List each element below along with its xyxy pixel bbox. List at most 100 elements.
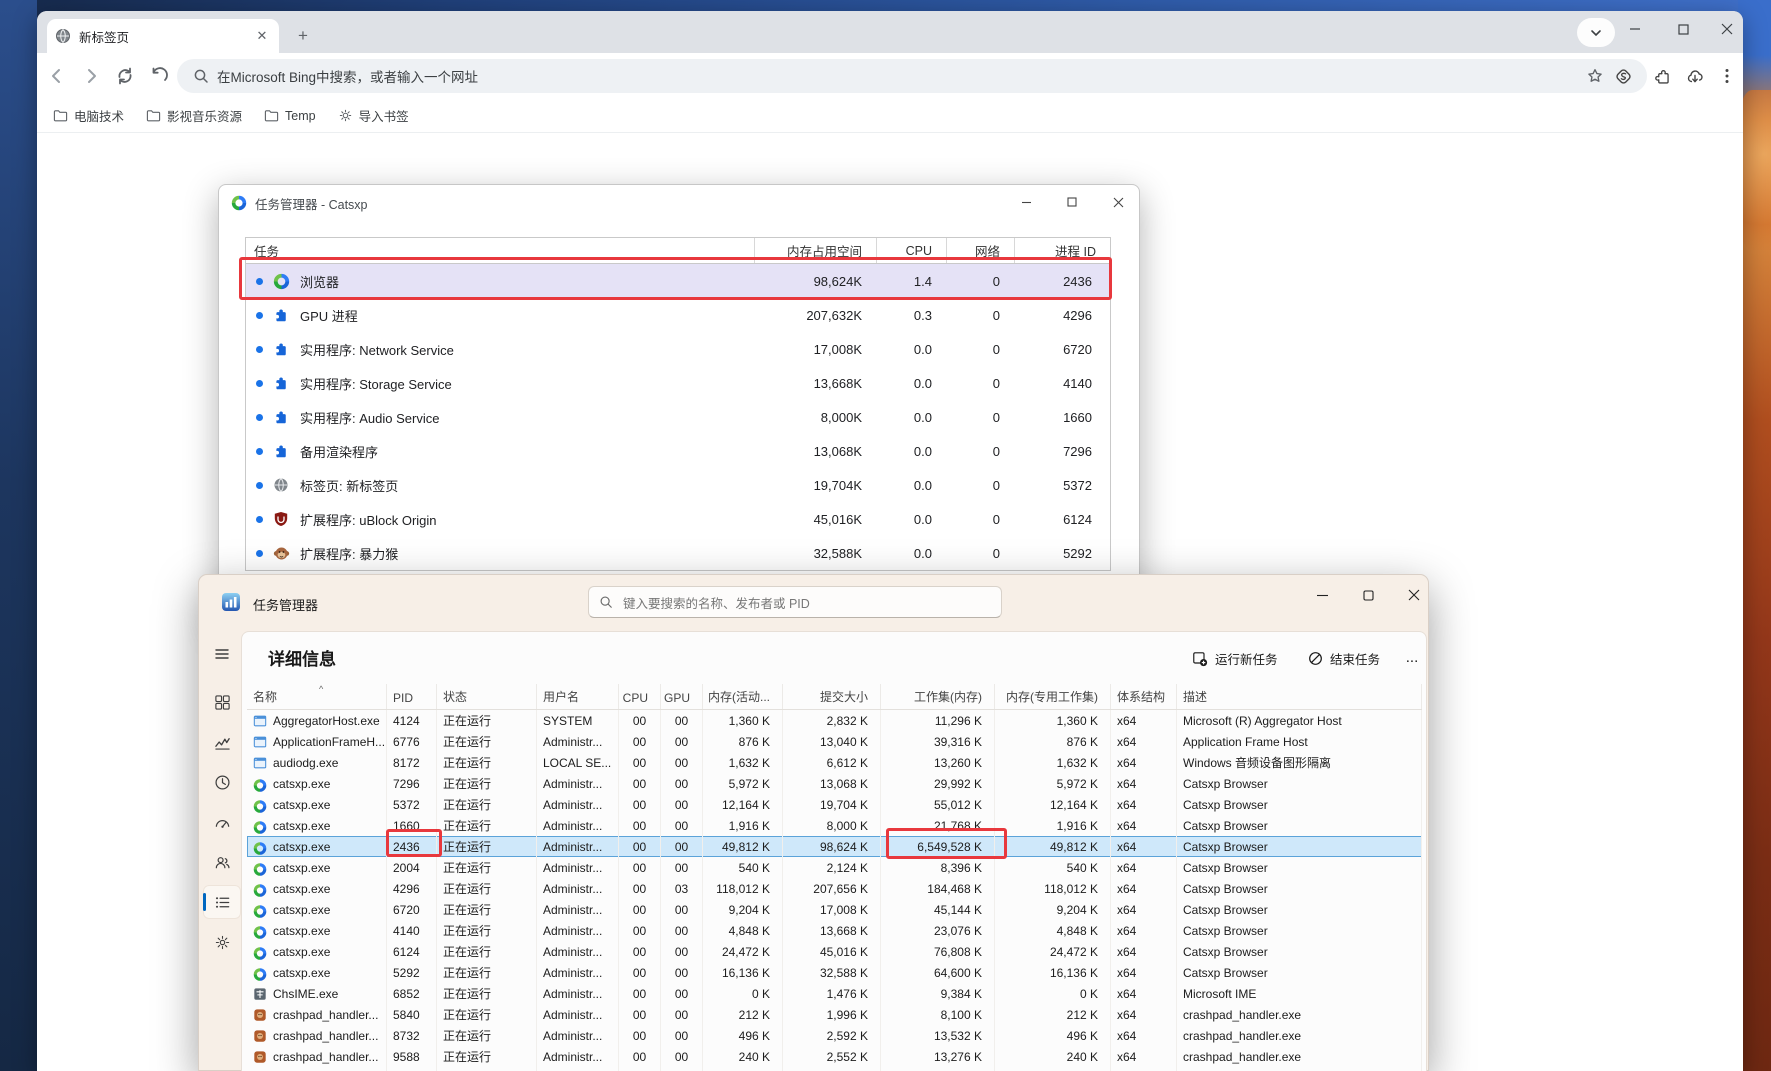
catsxp-tm-close-button[interactable]	[1099, 185, 1137, 219]
wtm-maximize-button[interactable]	[1345, 575, 1391, 615]
catsxp-task-row[interactable]: 标签页: 新标签页19,704K0.005372	[246, 468, 1110, 502]
task-cpu: 0.0	[876, 444, 946, 459]
wtm-column-3[interactable]: 用户名	[537, 684, 619, 709]
wtm-process-row[interactable]: AggregatorHost.exe4124正在运行SYSTEM00001,36…	[247, 710, 1422, 731]
nav-item-services[interactable]	[203, 925, 241, 959]
tab-close-icon[interactable]: ✕	[253, 27, 271, 45]
catsxp-task-row[interactable]: 实用程序: Audio Service8,000K0.001660	[246, 400, 1110, 434]
wtm-process-row[interactable]: catsxp.exe5292正在运行Administr...000016,136…	[247, 962, 1422, 983]
download-icon[interactable]	[1681, 62, 1709, 90]
wtm-column-9[interactable]: 内存(专用工作集)	[995, 684, 1111, 709]
wtm-process-row[interactable]: crashpad_handler...8732正在运行Administr...0…	[247, 1025, 1422, 1046]
wtm-column-4[interactable]: CPU	[619, 684, 661, 709]
wtm-process-row[interactable]: catsxp.exe6124正在运行Administr...000024,472…	[247, 941, 1422, 962]
column-task[interactable]: 任务	[246, 238, 754, 263]
wtm-process-row[interactable]: catsxp.exe4140正在运行Administr...00004,848 …	[247, 920, 1422, 941]
extensions-icon[interactable]	[1649, 62, 1677, 90]
tab-search-button[interactable]	[1577, 18, 1615, 47]
browser-close-button[interactable]	[1705, 11, 1749, 47]
wtm-column-6[interactable]: 内存(活动...	[703, 684, 783, 709]
new-tab-button[interactable]: +	[291, 24, 315, 48]
column-network[interactable]: 网络	[946, 238, 1014, 263]
undo-arrow-icon[interactable]	[145, 62, 173, 90]
wtm-column-7[interactable]: 提交大小	[783, 684, 881, 709]
wtm-process-row[interactable]: catsxp.exe4296正在运行Administr...0003118,01…	[247, 878, 1422, 899]
wtm-titlebar[interactable]: 任务管理器 键入要搜索的名称、发布者或 PID	[199, 575, 1428, 629]
more-options-button[interactable]: ...	[1397, 644, 1427, 671]
cell-ws: 9,384 K	[881, 983, 995, 1004]
back-button[interactable]	[43, 62, 71, 90]
bookmark-item-3[interactable]: Temp	[256, 104, 324, 127]
tab-new-tab-page[interactable]: 新标签页 ✕	[47, 19, 279, 53]
cell-desc: Catsxp Browser	[1177, 794, 1422, 815]
wtm-process-row[interactable]: catsxp.exe7296正在运行Administr...00005,972 …	[247, 773, 1422, 794]
catsxp-task-row[interactable]: 备用渲染程序13,068K0.007296	[246, 434, 1110, 468]
browser-maximize-button[interactable]	[1661, 11, 1705, 47]
catsxp-tm-minimize-button[interactable]	[1007, 185, 1045, 219]
nav-item-processes[interactable]	[203, 685, 241, 719]
wtm-process-row[interactable]: ChsIME.exe6852正在运行Administr...00000 K1,4…	[247, 983, 1422, 1004]
wtm-process-row[interactable]: audiodg.exe8172正在运行LOCAL SE...00001,632 …	[247, 752, 1422, 773]
column-pid[interactable]: 进程 ID	[1014, 238, 1110, 263]
nav-item-performance[interactable]	[203, 725, 241, 759]
cell-ws: 13,532 K	[881, 1025, 995, 1046]
cell-user: Administr...	[537, 920, 619, 941]
wtm-process-row[interactable]: crashpad_handler...5840正在运行Administr...0…	[247, 1004, 1422, 1025]
wtm-column-5[interactable]: GPU	[661, 684, 703, 709]
end-task-button[interactable]: 结束任务	[1300, 644, 1388, 673]
forward-button[interactable]	[77, 62, 105, 90]
wtm-process-row[interactable]: catsxp.exe1660正在运行Administr...00001,916 …	[247, 815, 1422, 836]
wtm-search-box[interactable]: 键入要搜索的名称、发布者或 PID	[588, 586, 1002, 618]
wtm-process-row[interactable]: catsxp.exe6720正在运行Administr...00009,204 …	[247, 899, 1422, 920]
bookmark-item-4[interactable]: 导入书签	[330, 102, 417, 129]
wtm-process-row[interactable]: csrss.exe700正在运行SYSTEM0000452 K1,876 K6,…	[247, 1067, 1422, 1071]
nav-item-users[interactable]	[203, 845, 241, 879]
bookmark-item-2[interactable]: 影视音乐资源	[138, 102, 250, 129]
catsxp-tm-titlebar[interactable]: 任务管理器 - Catsxp	[219, 185, 1139, 221]
browser-toolbar: 在Microsoft Bing中搜索，或者输入一个网址	[37, 53, 1743, 99]
cell-mem: 1,360 K	[703, 710, 783, 731]
catsxp-task-row[interactable]: 实用程序: Storage Service13,668K0.004140	[246, 366, 1110, 400]
wtm-minimize-button[interactable]	[1299, 575, 1345, 615]
catsxp-task-row[interactable]: GPU 进程207,632K0.304296	[246, 298, 1110, 332]
nav-item-app-history[interactable]	[203, 765, 241, 799]
cell-user: Administr...	[537, 962, 619, 983]
wtm-column-0[interactable]: 名称^	[247, 684, 387, 709]
page-title: 详细信息	[268, 645, 336, 670]
address-bar[interactable]: 在Microsoft Bing中搜索，或者输入一个网址	[177, 59, 1647, 93]
wtm-column-8[interactable]: 工作集(内存)	[881, 684, 995, 709]
cell-cpu: 00	[619, 1025, 661, 1046]
wtm-process-row[interactable]: crashpad_handler...9588正在运行Administr...0…	[247, 1046, 1422, 1067]
bookmark-item-1[interactable]: 电脑技术	[45, 102, 132, 129]
menu-kebab-icon[interactable]	[1713, 62, 1741, 90]
wtm-process-row[interactable]: ApplicationFrameH...6776正在运行Administr...…	[247, 731, 1422, 752]
bookmark-star-icon[interactable]	[1581, 62, 1609, 90]
nav-item-details[interactable]	[203, 885, 241, 919]
cell-desc: Microsoft (R) Aggregator Host	[1177, 710, 1422, 731]
catsxp-task-row[interactable]: 扩展程序: 暴力猴32,588K0.005292	[246, 536, 1110, 570]
wtm-column-10[interactable]: 体系结构	[1111, 684, 1177, 709]
wtm-process-row[interactable]: catsxp.exe2436正在运行Administr...000049,812…	[247, 836, 1422, 857]
cell-desc: Microsoft IME	[1177, 983, 1422, 1004]
column-cpu[interactable]: CPU	[876, 238, 946, 263]
nav-menu-hamburger[interactable]	[203, 637, 241, 671]
wtm-column-11[interactable]: 描述	[1177, 684, 1422, 709]
wtm-column-2[interactable]: 状态	[437, 684, 537, 709]
catsxp-task-row[interactable]: 实用程序: Network Service17,008K0.006720	[246, 332, 1110, 366]
nav-item-startup-apps[interactable]	[203, 805, 241, 839]
catsxp-tm-maximize-button[interactable]	[1053, 185, 1091, 219]
run-new-task-button[interactable]: 运行新任务	[1184, 644, 1286, 673]
browser-minimize-button[interactable]	[1613, 11, 1657, 47]
reload-icon[interactable]	[111, 62, 139, 90]
cell-cpu: 00	[619, 1046, 661, 1067]
cell-mem: 9,204 K	[703, 899, 783, 920]
catsxp-task-row[interactable]: 扩展程序: uBlock Origin45,016K0.006124	[246, 502, 1110, 536]
catsxp-translate-icon[interactable]	[1609, 62, 1637, 90]
wtm-column-1[interactable]: PID	[387, 684, 437, 709]
wtm-process-row[interactable]: catsxp.exe5372正在运行Administr...000012,164…	[247, 794, 1422, 815]
catsxp-task-row[interactable]: 浏览器98,624K1.402436	[246, 264, 1110, 298]
wtm-close-button[interactable]	[1391, 575, 1437, 615]
catsxp-icon	[273, 273, 290, 290]
wtm-process-row[interactable]: catsxp.exe2004正在运行Administr...0000540 K2…	[247, 857, 1422, 878]
column-memory[interactable]: 内存占用空间	[754, 238, 876, 263]
